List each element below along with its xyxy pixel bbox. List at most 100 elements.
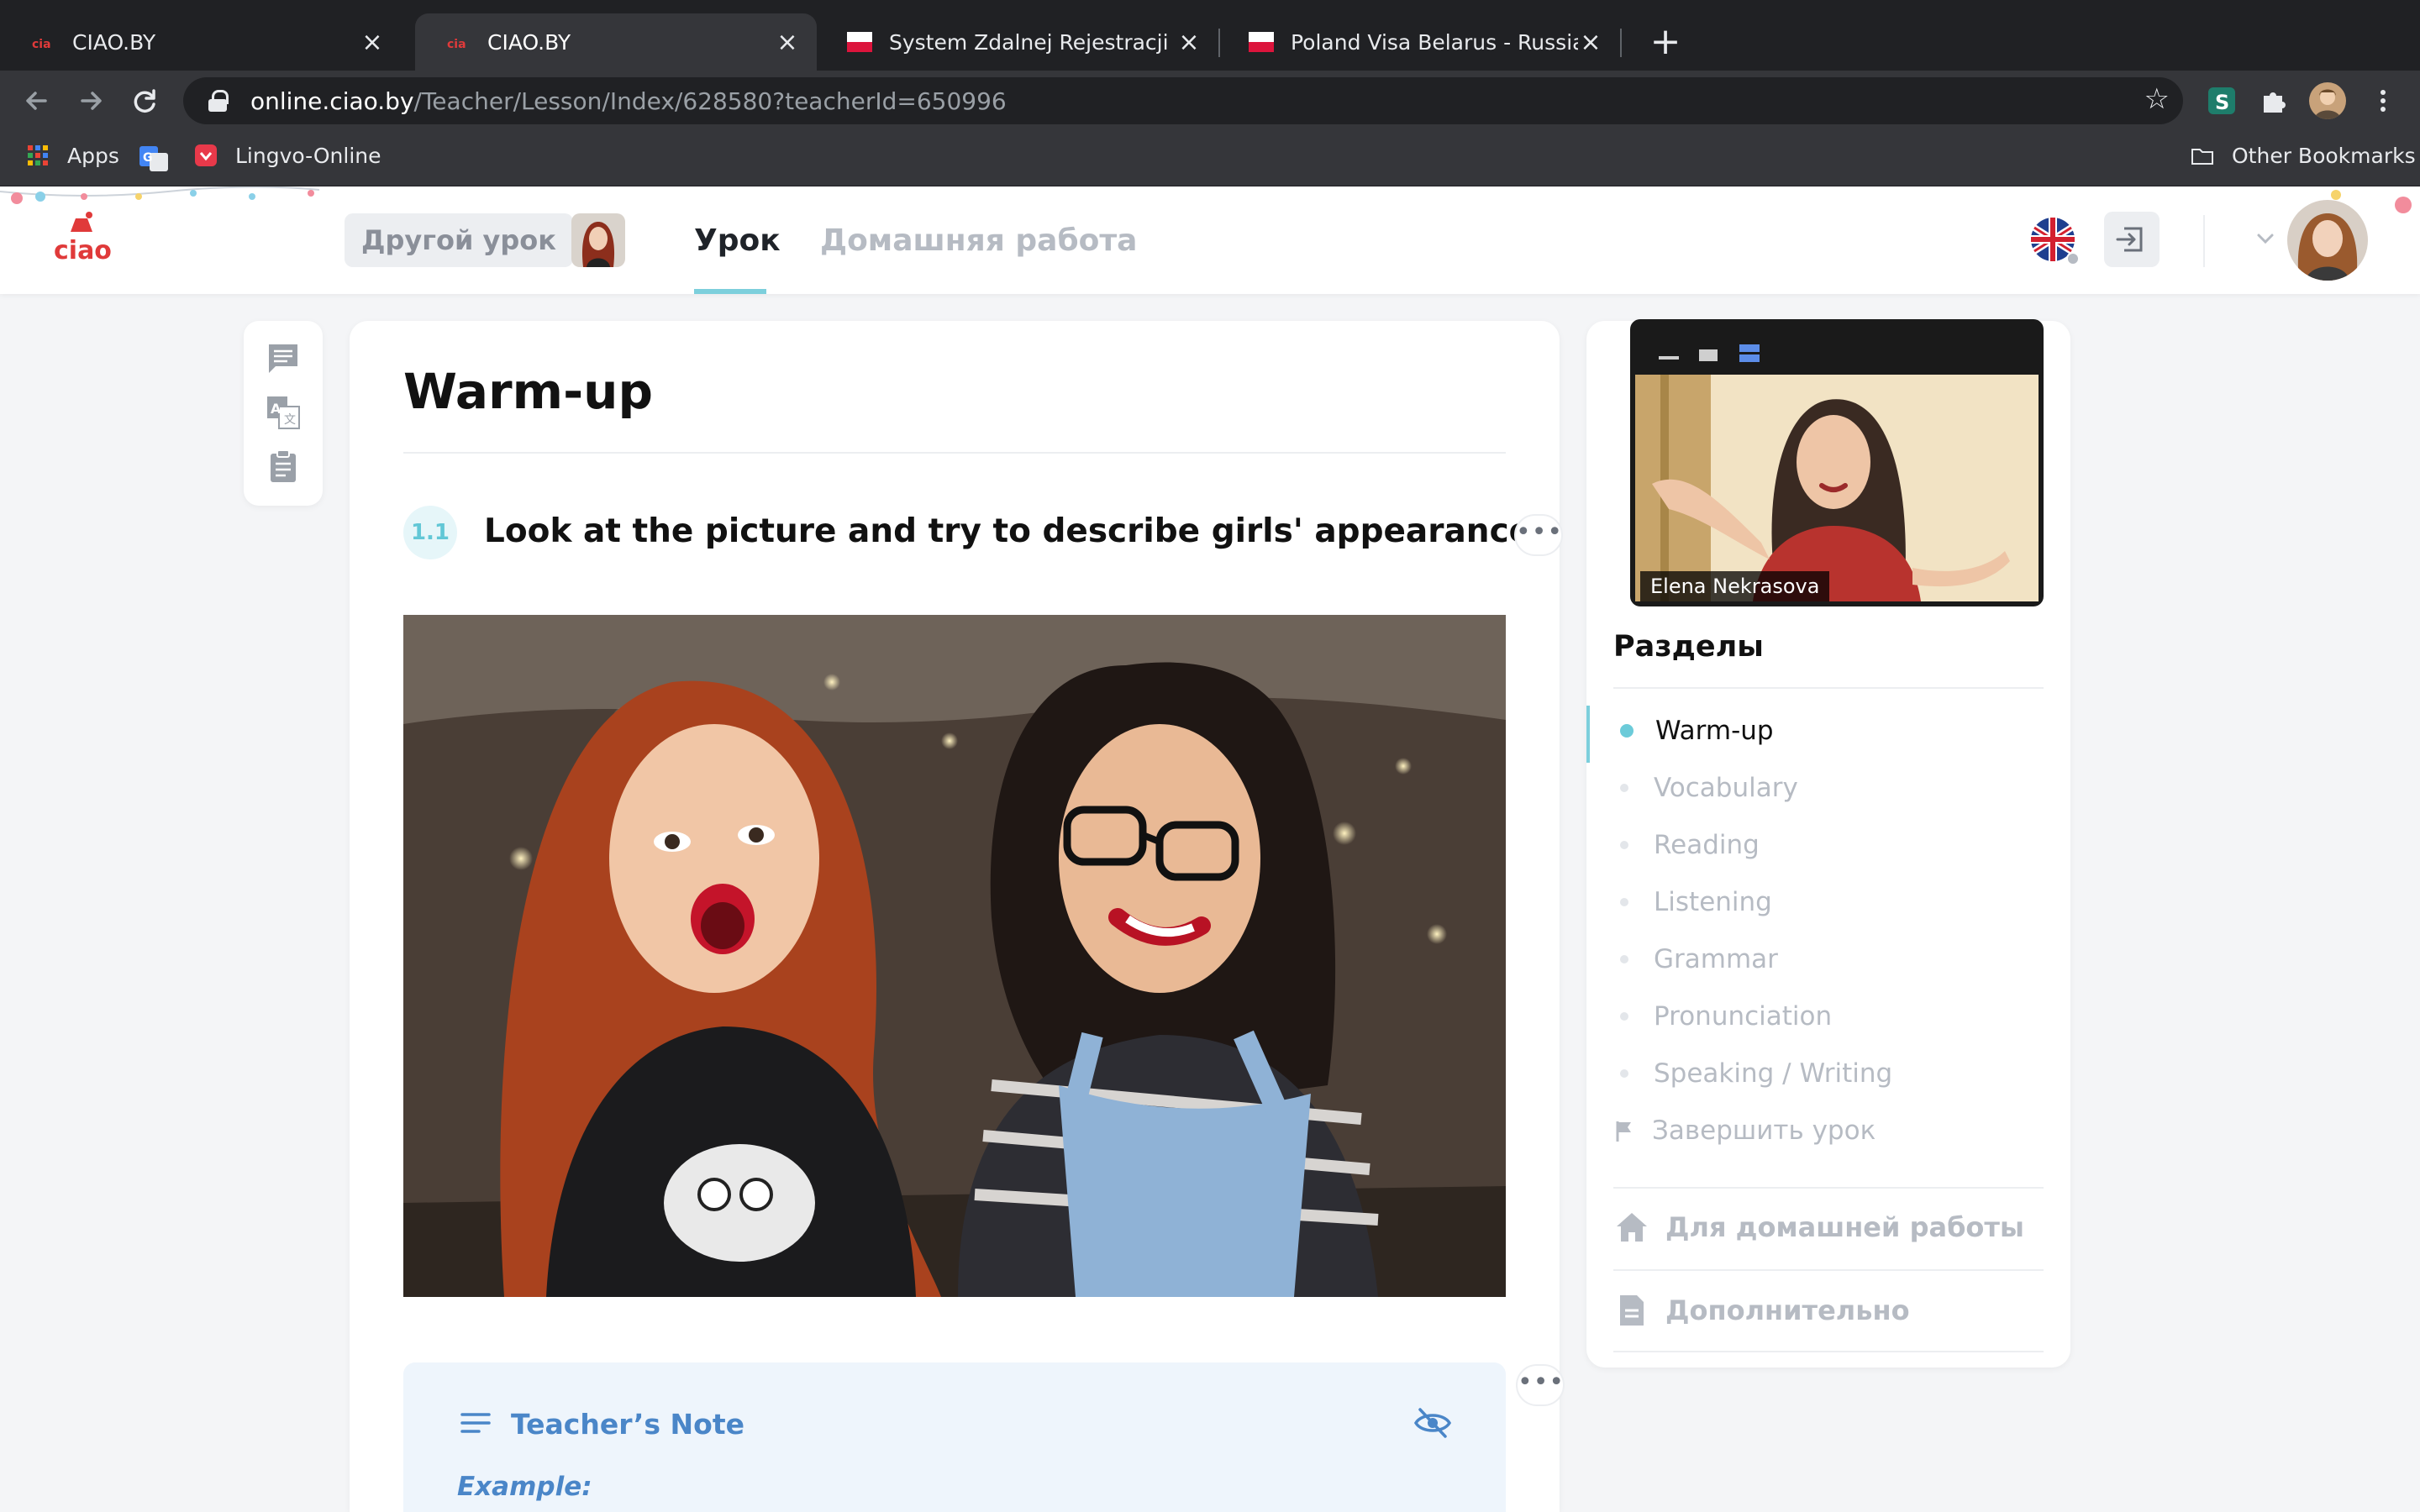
section-dot [1620, 784, 1628, 792]
participant-name: Elena Nekrasova [1640, 571, 1830, 601]
teacher-note: Teacher’s Note Example: [403, 1362, 1506, 1512]
teacher-note-title: Teacher’s Note [511, 1408, 744, 1441]
tab-close-icon[interactable]: × [1176, 28, 1202, 57]
browser-tab-active[interactable]: cia CIAO.BY × [415, 13, 817, 71]
home-icon [1617, 1213, 1647, 1242]
svg-text:cia: cia [447, 38, 466, 51]
tool-rail: A 文 [244, 321, 323, 506]
poland-flag-icon [1249, 32, 1274, 52]
tab-close-icon[interactable]: × [1578, 28, 1603, 57]
reload-icon[interactable] [123, 79, 166, 123]
extra-link-label: Дополнительно [1665, 1294, 1910, 1326]
section-label: Grammar [1654, 944, 1778, 974]
svg-text:S: S [2215, 91, 2229, 114]
tab-lesson[interactable]: Урок [694, 223, 781, 258]
other-bookmarks[interactable]: Other Bookmarks [2190, 143, 2416, 168]
section-title: Warm-up [403, 363, 653, 420]
section-dot [1620, 955, 1628, 963]
svg-text:A: A [271, 401, 281, 417]
chrome-menu-icon[interactable] [2361, 79, 2405, 123]
section-label: Reading [1654, 830, 1760, 860]
ciao-logo[interactable]: ciao [50, 212, 114, 265]
bookmark-apps[interactable]: Apps [25, 143, 119, 168]
section-dot [1620, 898, 1628, 906]
note-more-button[interactable]: ••• [1516, 1364, 1565, 1406]
url-host: online.ciao.by [250, 87, 414, 115]
sidebar-divider [1613, 1187, 2044, 1189]
new-tab-button[interactable]: + [1642, 18, 1689, 66]
bookmark-lingvo-online[interactable]: Lingvo-Online [193, 143, 381, 168]
address-bar[interactable]: online.ciao.by/Teacher/Lesson/Index/6285… [183, 77, 2183, 124]
section-item-vocabulary[interactable]: Vocabulary [1620, 773, 1798, 803]
video-window-controls[interactable] [1659, 344, 1760, 365]
eye-off-icon[interactable] [1413, 1406, 1452, 1440]
bookmark-label: Apps [67, 143, 119, 168]
menu-lines-icon [460, 1413, 491, 1433]
forward-icon[interactable] [69, 79, 113, 123]
task-instruction: Look at the picture and try to describe … [484, 512, 1544, 550]
exit-icon [2116, 227, 2143, 252]
tab-title: CIAO.BY [72, 29, 156, 55]
chevron-down-icon[interactable] [2249, 222, 2282, 255]
folder-icon [2191, 149, 2213, 165]
section-item-speaking-writing[interactable]: Speaking / Writing [1620, 1058, 1892, 1089]
back-icon[interactable] [15, 79, 59, 123]
tab-title: CIAO.BY [487, 29, 571, 55]
exit-button[interactable] [2104, 212, 2160, 267]
sections-title: Разделы [1613, 630, 1764, 664]
homework-link[interactable]: Для домашней работы [1615, 1211, 2024, 1243]
google-translate-icon[interactable]: G [139, 146, 168, 171]
browser-tab[interactable]: cia CIAO.BY × [0, 13, 402, 71]
section-item-grammar[interactable]: Grammar [1620, 944, 1778, 974]
bookmark-label: Other Bookmarks [2232, 143, 2416, 168]
video-call-window[interactable]: Elena Nekrasova [1630, 319, 2044, 606]
section-dot [1620, 1012, 1628, 1021]
extension-s-icon[interactable]: S [2203, 82, 2240, 119]
bookmark-star-icon[interactable]: ☆ [2144, 82, 2170, 116]
tab-homework[interactable]: Домашняя работа [820, 223, 1137, 258]
sidebar-divider [1613, 1269, 2044, 1271]
poland-flag-icon [847, 32, 872, 52]
flag-icon [1616, 1121, 1631, 1142]
active-tab-indicator [694, 289, 766, 294]
video-feed: Elena Nekrasova [1635, 375, 2039, 601]
other-lesson-button[interactable]: Другой урок [345, 213, 573, 267]
student-avatar[interactable] [571, 213, 625, 267]
svg-text:G: G [143, 151, 153, 165]
tab-separator [1620, 29, 1622, 57]
section-item-reading[interactable]: Reading [1620, 830, 1760, 860]
lesson-picture [403, 615, 1506, 1297]
section-item-listening[interactable]: Listening [1620, 887, 1772, 917]
section-item-warm-up[interactable]: Warm-up [1620, 716, 1774, 746]
url-path: /Teacher/Lesson/Index/628580?teacherId=6… [413, 87, 1007, 115]
comment-icon[interactable] [266, 341, 301, 376]
section-item-pronunciation[interactable]: Pronunciation [1620, 1001, 1832, 1032]
browser-tab-bar: cia CIAO.BY × cia CIAO.BY × System Zdaln… [0, 0, 2420, 71]
extra-link[interactable]: Дополнительно [1615, 1294, 1910, 1327]
svg-text:cia: cia [32, 38, 51, 51]
section-label: Warm-up [1655, 716, 1774, 746]
document-icon [1620, 1295, 1644, 1326]
title-divider [403, 452, 1506, 454]
translate-icon[interactable]: A 文 [266, 395, 301, 430]
teacher-note-example-label: Example: [457, 1472, 592, 1502]
finish-lesson-item[interactable]: Завершить урок [1615, 1116, 1876, 1146]
tab-title: System Zdalnej Rejestracji [889, 29, 1169, 55]
section-dot [1620, 724, 1634, 738]
svg-text:文: 文 [284, 413, 296, 427]
clipboard-icon[interactable] [266, 449, 301, 484]
tab-title: Poland Visa Belarus - Russian [1291, 29, 1578, 55]
task-more-button[interactable]: ••• [1514, 514, 1563, 556]
profile-avatar[interactable] [2309, 82, 2346, 119]
tab-close-icon[interactable]: × [360, 28, 385, 57]
tab-close-icon[interactable]: × [775, 28, 800, 57]
extensions-puzzle-icon[interactable] [2255, 82, 2292, 119]
browser-tab[interactable]: Poland Visa Belarus - Russian × [1218, 13, 1620, 71]
bookmark-label: Lingvo-Online [235, 143, 381, 168]
browser-toolbar: online.ciao.by/Teacher/Lesson/Index/6285… [0, 71, 2420, 131]
site-header: ciao Другой урок Урок Домашняя работа [0, 186, 2420, 294]
section-label: Listening [1654, 887, 1772, 917]
browser-tab[interactable]: System Zdalnej Rejestracji × [817, 13, 1218, 71]
user-avatar[interactable] [2287, 200, 2368, 281]
uk-flag-icon[interactable] [2025, 212, 2081, 267]
